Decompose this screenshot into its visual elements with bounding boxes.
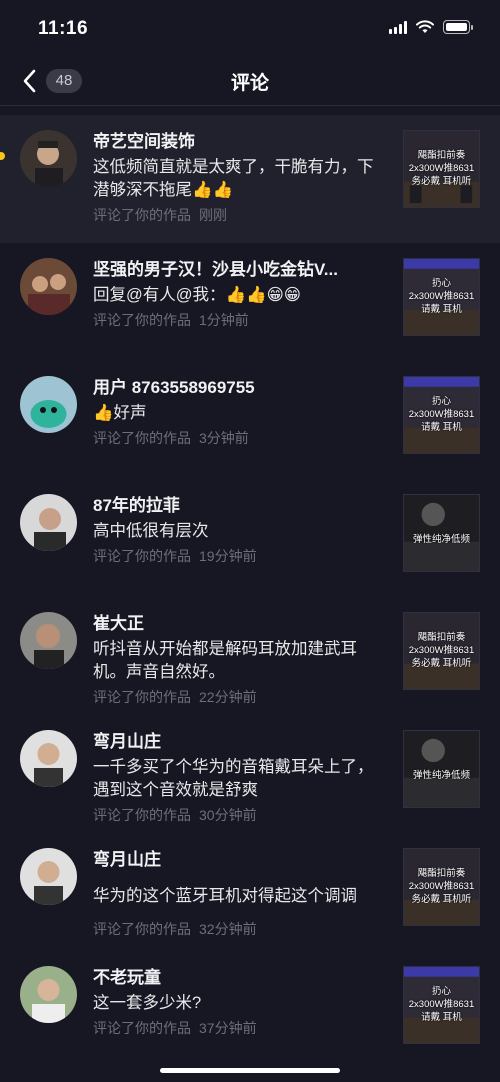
comment-meta: 评论了你的作品 3分钟前 xyxy=(93,429,385,447)
battery-icon xyxy=(443,20,473,34)
video-thumbnail[interactable]: 扔心 2x300W推8631 请戴 耳机 xyxy=(403,376,480,454)
action-label: 评论了你的作品 xyxy=(93,548,191,564)
comment-meta: 评论了你的作品 22分钟前 xyxy=(93,688,385,706)
comment-text: 回复@有人@我：👍👍😁😁 xyxy=(93,286,302,304)
thumbnail-caption: 扔心 2x300W推8631 请戴 耳机 xyxy=(408,278,475,315)
commenter-name[interactable]: 帝艺空间装饰 xyxy=(93,131,385,153)
video-thumbnail[interactable]: 弹性纯净低频 xyxy=(403,730,480,808)
comment-text: 👍好声 xyxy=(93,404,147,422)
video-thumbnail[interactable]: 扔心 2x300W推8631 请戴 耳机 xyxy=(403,966,480,1044)
commenter-name[interactable]: 不老玩童 xyxy=(93,967,385,989)
comment-text: 一千多买了个华为的音箱戴耳朵上了，遇到这个音效就是舒爽 xyxy=(93,758,374,799)
comment-meta: 评论了你的作品 19分钟前 xyxy=(93,547,385,565)
action-label: 评论了你的作品 xyxy=(93,807,191,823)
list-item[interactable]: 87年的拉菲 高中低很有层次 评论了你的作品 19分钟前 弹性纯净低频 xyxy=(0,479,500,597)
comment-meta: 评论了你的作品 30分钟前 xyxy=(93,806,385,824)
thumbnail-caption: 弹性纯净低频 xyxy=(412,534,470,545)
comment-meta: 评论了你的作品 32分钟前 xyxy=(93,920,385,938)
nav-bar: 48 评论 xyxy=(0,56,500,106)
status-bar: 11:16 xyxy=(0,0,500,56)
thumbs-up-icon: 👍 xyxy=(93,404,114,422)
timestamp: 刚刚 xyxy=(199,207,227,223)
avatar[interactable] xyxy=(20,494,77,551)
list-item[interactable]: 用户 8763558969755 👍好声 评论了你的作品 3分钟前 扔心 2x300… xyxy=(0,361,500,479)
action-label: 评论了你的作品 xyxy=(93,312,191,328)
timestamp: 1分钟前 xyxy=(199,312,249,328)
list-item[interactable]: 不老玩童 这一套多少米? 评论了你的作品 37分钟前 扔心 2x300W推8631 请… xyxy=(0,951,500,1069)
commenter-name[interactable]: 崔大正 xyxy=(93,613,385,635)
avatar[interactable] xyxy=(20,966,77,1023)
thumbnail-caption: 飓酯扣前奏 2x300W推8631 务必戴 耳机听 xyxy=(408,150,475,187)
avatar[interactable] xyxy=(20,612,77,669)
comment-text: 这低频简直就是太爽了，干脆有力，下潜够深不拖尾👍👍 xyxy=(93,158,374,199)
commenter-name[interactable]: 坚强的男子汉！沙县小吃金钻V... xyxy=(93,259,385,281)
avatar[interactable] xyxy=(20,376,77,433)
video-thumbnail[interactable]: 飓酯扣前奏 2x300W推8631 务必戴 耳机听 xyxy=(403,612,480,690)
comment-list: 帝艺空间装饰 这低频简直就是太爽了，干脆有力，下潜够深不拖尾👍👍 评论了你的作品… xyxy=(0,115,500,1069)
commenter-name[interactable]: 用户 8763558969755 xyxy=(93,377,385,399)
avatar[interactable] xyxy=(20,730,77,787)
emoji-icon: 👍👍😁😁 xyxy=(225,286,302,304)
commenter-name[interactable]: 87年的拉菲 xyxy=(93,495,385,517)
timestamp: 22分钟前 xyxy=(199,689,257,705)
commenter-name[interactable]: 弯月山庄 xyxy=(93,849,385,871)
timestamp: 19分钟前 xyxy=(199,548,257,564)
comment-text: 高中低很有层次 xyxy=(93,522,209,540)
video-thumbnail[interactable]: 飓酯扣前奏 2x300W推8631 务必戴 耳机听 xyxy=(403,848,480,926)
action-label: 评论了你的作品 xyxy=(93,430,191,446)
page-title: 评论 xyxy=(230,73,269,94)
action-label: 评论了你的作品 xyxy=(93,207,191,223)
status-time: 11:16 xyxy=(38,18,89,39)
comment-meta: 评论了你的作品 1分钟前 xyxy=(93,311,385,329)
avatar[interactable] xyxy=(20,258,77,315)
comment-text: 华为的这个蓝牙耳机对得起这个调调 xyxy=(93,887,357,905)
video-thumbnail[interactable]: 弹性纯净低频 xyxy=(403,494,480,572)
video-thumbnail[interactable]: 扔心 2x300W推8631 请戴 耳机 xyxy=(403,258,480,336)
list-item[interactable]: 帝艺空间装饰 这低频简直就是太爽了，干脆有力，下潜够深不拖尾👍👍 评论了你的作品… xyxy=(0,115,500,243)
action-label: 评论了你的作品 xyxy=(93,1020,191,1036)
thumbnail-caption: 飓酯扣前奏 2x300W推8631 务必戴 耳机听 xyxy=(408,868,475,905)
list-item[interactable]: 崔大正 听抖音从开始都是解码耳放加建武耳机。声音自然好。 评论了你的作品 22分钟… xyxy=(0,597,500,715)
thumbs-up-icon: 👍👍 xyxy=(192,181,234,199)
thumbnail-caption: 扔心 2x300W推8631 请戴 耳机 xyxy=(408,986,475,1023)
thumbnail-caption: 弹性纯净低频 xyxy=(412,770,470,781)
avatar[interactable] xyxy=(20,848,77,905)
action-label: 评论了你的作品 xyxy=(93,921,191,937)
thumbnail-caption: 飓酯扣前奏 2x300W推8631 务必戴 耳机听 xyxy=(408,632,475,669)
comment-meta: 评论了你的作品 刚刚 xyxy=(93,206,385,224)
video-thumbnail[interactable]: 飓酯扣前奏 2x300W推8631 务必戴 耳机听 xyxy=(403,130,480,208)
timestamp: 37分钟前 xyxy=(199,1020,257,1036)
list-item[interactable]: 弯月山庄 华为的这个蓝牙耳机对得起这个调调 评论了你的作品 32分钟前 飓酯扣前奏… xyxy=(0,833,500,951)
comment-text: 听抖音从开始都是解码耳放加建武耳机。声音自然好。 xyxy=(93,640,357,681)
status-icons xyxy=(389,20,473,34)
wifi-icon xyxy=(416,20,434,33)
avatar[interactable] xyxy=(20,130,77,187)
home-indicator[interactable] xyxy=(160,1068,340,1073)
timestamp: 30分钟前 xyxy=(199,807,257,823)
timestamp: 32分钟前 xyxy=(199,921,257,937)
list-item[interactable]: 弯月山庄 一千多买了个华为的音箱戴耳朵上了，遇到这个音效就是舒爽 评论了你的作品… xyxy=(0,715,500,833)
action-label: 评论了你的作品 xyxy=(93,689,191,705)
comment-text: 这一套多少米? xyxy=(93,994,202,1012)
comment-meta: 评论了你的作品 37分钟前 xyxy=(93,1019,385,1037)
thumbnail-caption: 扔心 2x300W推8631 请戴 耳机 xyxy=(408,396,475,433)
list-item[interactable]: 坚强的男子汉！沙县小吃金钻V... 回复@有人@我：👍👍😁😁 评论了你的作品 1分… xyxy=(0,243,500,361)
signal-icon xyxy=(389,20,407,34)
commenter-name[interactable]: 弯月山庄 xyxy=(93,731,385,753)
unread-dot xyxy=(0,152,5,160)
timestamp: 3分钟前 xyxy=(199,430,249,446)
